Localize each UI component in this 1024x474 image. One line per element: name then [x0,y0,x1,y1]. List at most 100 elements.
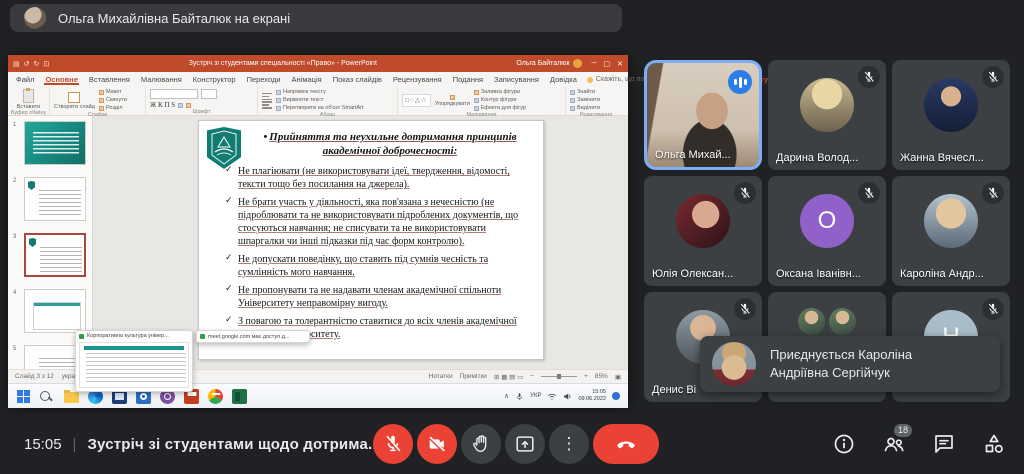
tab-recording[interactable]: Записування [493,74,540,85]
new-slide-button[interactable]: Створити слайд [54,92,95,110]
align-buttons[interactable] [262,101,272,109]
tab-draw[interactable]: Малювання [140,74,183,85]
tab-review[interactable]: Рецензування [392,74,443,85]
minimize-icon[interactable]: ─ [592,60,597,68]
participant-tile-zhanna[interactable]: Жанна Вячесл... [892,60,1010,170]
notes-button[interactable]: Нотатки [429,373,453,380]
shape-outline-button[interactable]: Контур фігури [474,97,526,104]
tab-preview-card[interactable]: meet.google.com має доступ д... [196,330,310,343]
tab-preview-card[interactable]: Корпоративна культура універ... [75,330,193,392]
font-color-button[interactable] [178,103,183,108]
participant-name: Дарина Волод... [776,152,858,164]
tab-file[interactable]: Файл [15,74,35,85]
maximize-icon[interactable]: ▢ [604,60,611,68]
zoom-out-icon[interactable]: − [530,373,534,380]
tab-home[interactable]: Основне [44,74,78,85]
align-text-button[interactable]: Вирівняти текст [276,97,364,104]
present-button[interactable] [505,424,545,464]
tab-help[interactable]: Довідка [549,74,578,85]
font-name-box[interactable] [150,89,198,99]
notification-center-icon[interactable] [612,392,620,400]
tab-slideshow[interactable]: Показ слайдів [332,74,383,85]
meeting-title: Зустріч зі студентами щодо дотрима... [87,436,381,453]
comments-button[interactable]: Примітки [460,373,487,380]
shapes-gallery[interactable]: □○△☆ [402,94,431,107]
participant-name: Денис Ві [652,384,696,396]
save-icon[interactable]: ▤ [13,60,20,68]
font-style-buttons[interactable]: Ж К П S [150,101,175,109]
start-button[interactable] [16,389,31,404]
zoom-level[interactable]: 85% [595,373,608,380]
tab-animations[interactable]: Анімація [291,74,323,85]
view-buttons[interactable]: ⊞ ▦ ▤ ▭ [494,373,523,381]
ribbon-group-drawing: □○△☆ Упорядкувати Заливка фігури Контур … [398,87,566,115]
slide-thumbnail-1[interactable] [24,121,86,165]
chat-button[interactable] [932,432,956,456]
zoom-in-icon[interactable]: + [584,373,588,380]
activities-button[interactable] [982,432,1006,456]
tab-preview-title: Корпоративна культура універ... [87,333,169,339]
end-call-button[interactable] [593,424,659,464]
participant-tile-karolina[interactable]: Кароліна Андр... [892,176,1010,286]
select-button[interactable]: Виділити [570,105,600,112]
slide-thumbnail-2[interactable] [24,177,86,221]
fit-slide-icon[interactable]: ▣ [615,373,621,381]
text-direction-button[interactable]: Напрямок тексту [276,89,364,96]
replace-button[interactable]: Замінити [570,97,600,104]
tray-wifi-icon[interactable] [547,392,557,401]
quick-access-toolbar[interactable]: ▤ ↺ ↻ ⊡ [13,60,49,68]
meeting-details-button[interactable] [832,432,856,456]
mic-off-icon [982,182,1004,204]
paste-button[interactable]: Вставити [17,89,41,110]
participant-name: Кароліна Андр... [900,268,984,280]
raise-hand-button[interactable] [461,424,501,464]
window-controls[interactable]: ─ ▢ ✕ [592,60,623,68]
font-size-box[interactable] [201,89,217,99]
mic-off-icon [982,298,1004,320]
find-button[interactable]: Знайти [570,89,600,96]
tray-mic-icon[interactable] [515,392,524,401]
tray-clock[interactable]: 15:05 09.06.2022 [578,389,606,402]
layout-button[interactable]: Макет [99,89,127,96]
undo-icon[interactable]: ↺ [24,60,30,68]
close-icon[interactable]: ✕ [617,60,623,68]
redo-icon[interactable]: ↻ [34,60,40,68]
mic-toggle-button[interactable] [373,424,413,464]
tab-design[interactable]: Конструктор [192,74,237,85]
university-logo [207,127,241,169]
reset-button[interactable]: Скинути [99,97,127,104]
participant-tile-olha[interactable]: Ольга Михай... [644,60,762,170]
file-explorer-icon[interactable] [64,392,79,403]
start-presentation-icon[interactable]: ⊡ [43,60,49,68]
arrange-button[interactable]: Упорядкувати [435,95,470,107]
tray-volume-icon[interactable] [563,392,572,401]
tab-view[interactable]: Подання [452,74,484,85]
tray-expand-icon[interactable]: ∧ [504,392,509,400]
slide-thumbnail-3-selected[interactable] [24,233,86,277]
participant-tile-oksana[interactable]: О Оксана Іванівн... [768,176,886,286]
tray-language[interactable]: УКР [530,393,541,399]
bullet-list-button[interactable] [262,93,272,101]
camera-toggle-button[interactable] [417,424,457,464]
tab-insert[interactable]: Вставлення [88,74,131,85]
participant-tile-yuliia[interactable]: Юлія Олексан... [644,176,762,286]
tab-favicon [200,334,205,339]
participants-button[interactable]: 18 [882,432,906,456]
slide-thumbnail-4[interactable] [24,289,86,333]
tab-preview-thumbnail [79,342,189,388]
excel-icon[interactable] [232,389,247,404]
chrome-icon[interactable] [208,389,223,404]
zoom-slider[interactable] [541,376,577,377]
tab-transitions[interactable]: Переходи [246,74,282,85]
meet-panel-icons: 18 [832,432,1006,456]
more-options-button[interactable]: ⋮ [549,424,589,464]
shape-effects-button[interactable]: Ефекти для фігур [474,105,526,112]
current-slide[interactable]: •Прийняття та неухильне дотримання принц… [198,120,544,360]
participant-tile-daryna[interactable]: Дарина Волод... [768,60,886,170]
highlight-color-button[interactable] [186,103,191,108]
shape-fill-button[interactable]: Заливка фігури [474,89,526,96]
new-slide-label: Створити слайд [54,104,95,110]
search-button[interactable] [40,389,55,404]
account-chip[interactable]: Ольга Байталюк [516,59,581,68]
smartart-button[interactable]: Перетворити на об'єкт SmartArt [276,105,364,112]
